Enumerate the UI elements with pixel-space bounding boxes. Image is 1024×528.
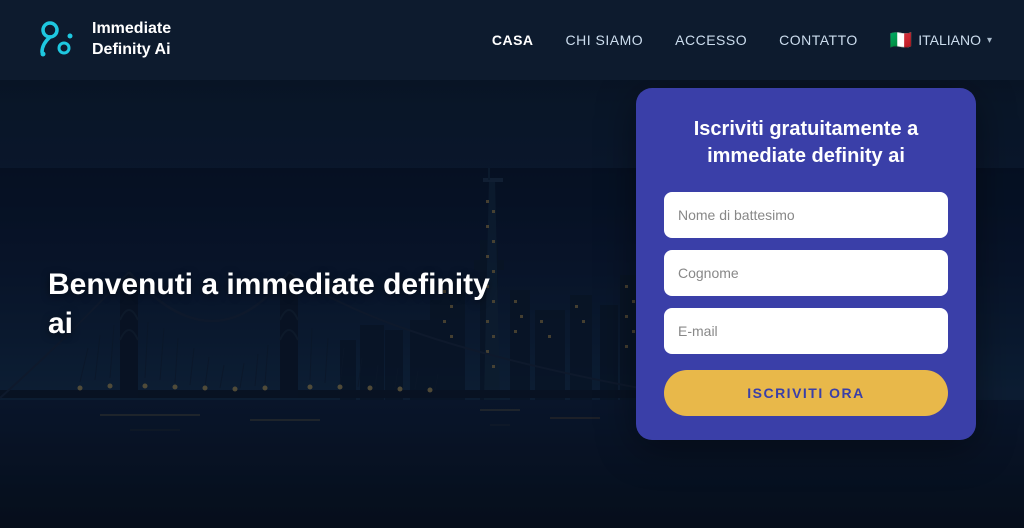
- email-input[interactable]: [664, 308, 948, 354]
- nav-accesso[interactable]: ACCESSO: [675, 32, 747, 48]
- language-selector[interactable]: 🇮🇹 ITALIANO ▾: [890, 30, 992, 51]
- last-name-input[interactable]: [664, 250, 948, 296]
- chevron-down-icon: ▾: [987, 35, 992, 46]
- brand-name: Immediate Definity Ai: [92, 19, 171, 61]
- first-name-input[interactable]: [664, 192, 948, 238]
- language-label: ITALIANO: [918, 32, 981, 48]
- nav-casa[interactable]: CASA: [492, 32, 534, 48]
- navbar: Immediate Definity Ai CASA CHI SIAMO ACC…: [0, 0, 1024, 80]
- nav-links: CASA CHI SIAMO ACCESSO CONTATTO 🇮🇹 ITALI…: [492, 30, 992, 51]
- hero-headline: Benvenuti a immediate definity ai: [48, 265, 508, 343]
- submit-button[interactable]: ISCRIVITI ORA: [664, 370, 948, 416]
- form-title: Iscriviti gratuitamente a immediate defi…: [664, 116, 948, 170]
- logo: Immediate Definity Ai: [32, 16, 171, 64]
- registration-form-card: Iscriviti gratuitamente a immediate defi…: [636, 88, 976, 440]
- logo-icon: [32, 16, 80, 64]
- flag-icon: 🇮🇹: [890, 30, 912, 51]
- nav-contatto[interactable]: CONTATTO: [779, 32, 858, 48]
- nav-chi-siamo[interactable]: CHI SIAMO: [566, 32, 644, 48]
